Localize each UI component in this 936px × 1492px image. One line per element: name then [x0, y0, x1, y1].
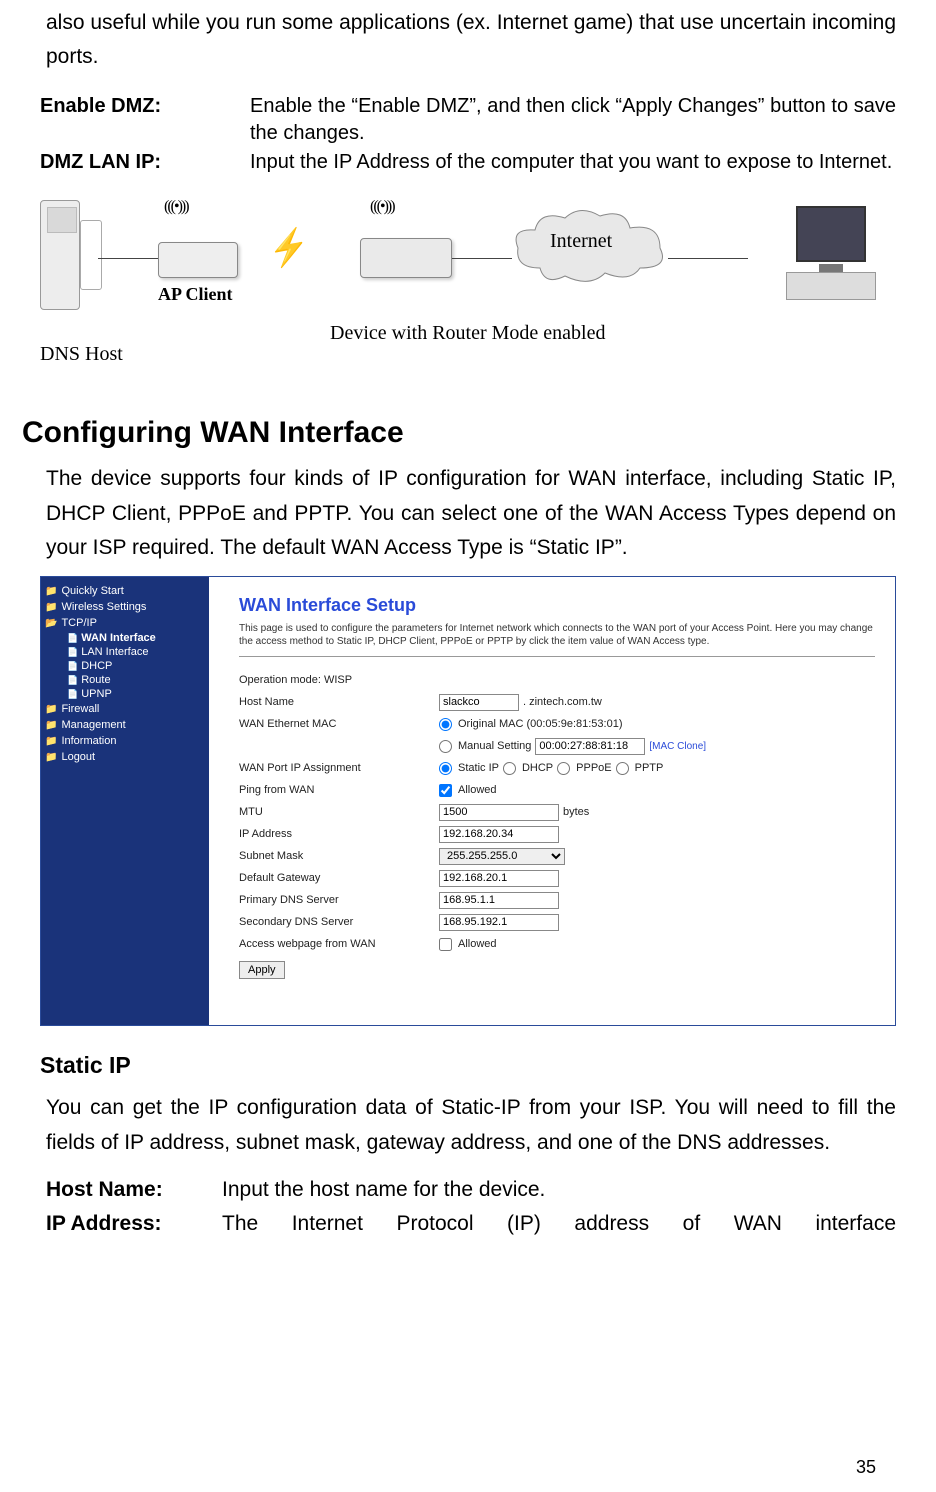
nav-lan-interface[interactable]: LAN Interface — [45, 645, 205, 659]
pppoe-radio[interactable] — [557, 762, 570, 775]
router-icon — [360, 238, 452, 278]
internet-label: Internet — [550, 230, 612, 253]
pppoe-label: PPPoE — [576, 762, 611, 774]
mtu-label: MTU — [239, 806, 439, 818]
mtu-input[interactable] — [439, 804, 559, 821]
page-number: 35 — [856, 1457, 876, 1478]
nav-upnp[interactable]: UPNP — [45, 687, 205, 701]
def-host-name: Host Name: Input the host name for the d… — [40, 1174, 896, 1206]
ip-label: IP Address — [239, 828, 439, 840]
ip-input[interactable] — [439, 826, 559, 843]
wanmac-label: WAN Ethernet MAC — [239, 718, 439, 730]
opmode-label: Operation mode: WISP — [239, 674, 439, 686]
pdns-input[interactable] — [439, 892, 559, 909]
def-enable-dmz: Enable DMZ: Enable the “Enable DMZ”, and… — [40, 93, 896, 147]
pptp-label: PPTP — [635, 762, 664, 774]
def-text: The Internet Protocol (IP) address of WA… — [222, 1208, 896, 1240]
wanport-label: WAN Port IP Assignment — [239, 762, 439, 774]
gw-label: Default Gateway — [239, 872, 439, 884]
connector-line — [668, 258, 748, 259]
def-text: Enable the “Enable DMZ”, and then click … — [250, 93, 896, 147]
wan-setup-screenshot: Quickly Start Wireless Settings TCP/IP W… — [40, 576, 896, 1026]
network-diagram: DNS Host (((•))) AP Client ⚡ (((•))) Dev… — [40, 188, 896, 388]
intro-paragraph: also useful while you run some applicati… — [40, 6, 896, 73]
nav-tcpip[interactable]: TCP/IP — [45, 615, 205, 631]
dns-host-icon — [40, 200, 102, 320]
nav-quickly-start[interactable]: Quickly Start — [45, 583, 205, 599]
radio-waves-icon: (((•))) — [370, 198, 394, 216]
subnet-select[interactable]: 255.255.255.0 — [439, 848, 565, 865]
nav-wireless[interactable]: Wireless Settings — [45, 599, 205, 615]
def-label: DMZ LAN IP: — [40, 149, 250, 176]
connector-line — [98, 258, 158, 259]
hostname-input[interactable] — [439, 694, 519, 711]
manualmac-input[interactable] — [535, 738, 645, 755]
def-label: Enable DMZ: — [40, 93, 250, 147]
def-label: Host Name: — [46, 1174, 222, 1206]
nav-management[interactable]: Management — [45, 717, 205, 733]
section-body: The device supports four kinds of IP con… — [40, 462, 896, 566]
dhcp-radio[interactable] — [503, 762, 516, 775]
dhcp-label: DHCP — [522, 762, 553, 774]
form-title: WAN Interface Setup — [239, 595, 875, 616]
allowed-label: Allowed — [458, 938, 497, 950]
router-label: Device with Router Mode enabled — [330, 322, 605, 345]
connector-line — [452, 258, 512, 259]
client-pc-icon — [776, 206, 886, 306]
nav-information[interactable]: Information — [45, 733, 205, 749]
nav-logout[interactable]: Logout — [45, 749, 205, 765]
radio-waves-icon: (((•))) — [164, 198, 188, 216]
bytes-label: bytes — [563, 806, 589, 818]
wireless-link-icon: ⚡ — [265, 225, 314, 272]
ping-label: Ping from WAN — [239, 784, 439, 796]
webpage-label: Access webpage from WAN — [239, 938, 439, 950]
origmac-label: Original MAC (00:05:9e:81:53:01) — [458, 718, 622, 730]
staticip-label: Static IP — [458, 762, 499, 774]
staticip-body: You can get the IP configuration data of… — [40, 1091, 896, 1160]
wan-form: WAN Interface Setup This page is used to… — [209, 577, 895, 989]
ping-checkbox[interactable] — [439, 784, 452, 797]
ap-client-icon — [158, 242, 238, 278]
ap-client-label: AP Client — [158, 284, 233, 305]
hostname-label: Host Name — [239, 696, 439, 708]
subnet-label: Subnet Mask — [239, 850, 439, 862]
nav-dhcp[interactable]: DHCP — [45, 659, 205, 673]
pdns-label: Primary DNS Server — [239, 894, 439, 906]
webpage-checkbox[interactable] — [439, 938, 452, 951]
def-dmz-lan-ip: DMZ LAN IP: Input the IP Address of the … — [40, 149, 896, 176]
sdns-input[interactable] — [439, 914, 559, 931]
origmac-radio[interactable] — [439, 718, 452, 731]
mac-clone-link[interactable]: [MAC Clone] — [649, 741, 706, 752]
def-ip-address: IP Address: The Internet Protocol (IP) a… — [40, 1208, 896, 1240]
nav-route[interactable]: Route — [45, 673, 205, 687]
section-heading-wan: Configuring WAN Interface — [22, 416, 896, 450]
sub-heading-staticip: Static IP — [40, 1052, 896, 1079]
hostname-suffix: . zintech.com.tw — [523, 696, 602, 708]
def-label: IP Address: — [46, 1208, 222, 1240]
gw-input[interactable] — [439, 870, 559, 887]
pptp-radio[interactable] — [616, 762, 629, 775]
sdns-label: Secondary DNS Server — [239, 916, 439, 928]
nav-firewall[interactable]: Firewall — [45, 701, 205, 717]
nav-sidebar: Quickly Start Wireless Settings TCP/IP W… — [41, 577, 209, 1025]
allowed-label: Allowed — [458, 784, 497, 796]
def-text: Input the IP Address of the computer tha… — [250, 149, 896, 176]
staticip-radio[interactable] — [439, 762, 452, 775]
apply-button[interactable]: Apply — [239, 961, 285, 979]
nav-wan-interface[interactable]: WAN Interface — [45, 631, 205, 645]
manualmac-label: Manual Setting — [458, 740, 531, 752]
dns-host-label: DNS Host — [40, 343, 123, 366]
manualmac-radio[interactable] — [439, 740, 452, 753]
form-description: This page is used to configure the param… — [239, 622, 875, 657]
def-text: Input the host name for the device. — [222, 1174, 896, 1206]
